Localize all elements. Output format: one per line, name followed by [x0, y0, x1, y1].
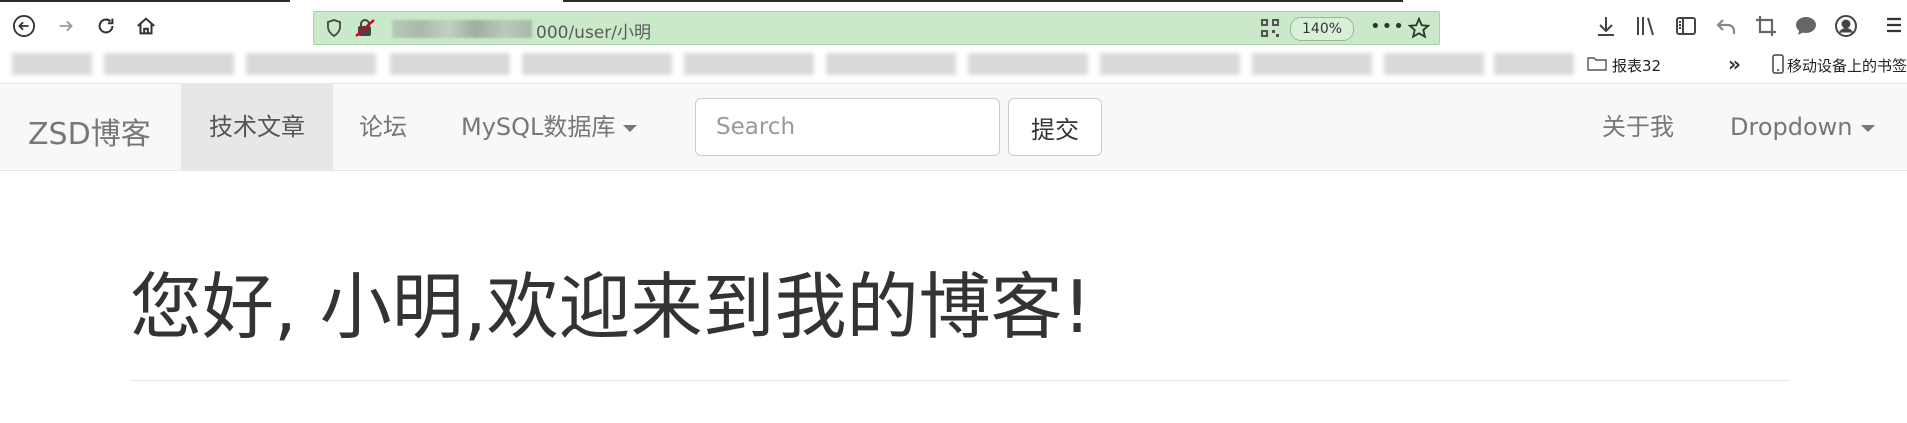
qr-code-icon[interactable]: [1260, 18, 1280, 38]
bookmark-redacted[interactable]: [684, 53, 814, 75]
bookmark-redacted[interactable]: [390, 53, 510, 75]
sidebar-icon[interactable]: [1674, 14, 1698, 38]
bookmark-redacted[interactable]: [12, 53, 92, 75]
nav-item-label: 技术文章: [209, 113, 305, 141]
page-title: 您好, 小明,欢迎来到我的博客!: [130, 265, 1092, 349]
url-text[interactable]: 000/user/小明: [536, 18, 651, 43]
bookmark-redacted[interactable]: [522, 53, 672, 75]
brand-logo[interactable]: ZSD博客: [28, 109, 151, 153]
bookmark-folder-report[interactable]: 报表32: [1612, 55, 1661, 76]
bookmarks-overflow-icon[interactable]: »: [1728, 52, 1741, 76]
bookmark-redacted[interactable]: [1100, 53, 1240, 75]
account-icon[interactable]: [1834, 14, 1858, 38]
bookmark-redacted[interactable]: [1252, 53, 1372, 75]
browser-toolbar: 000/user/小明 140% •••: [0, 0, 1907, 47]
nav-item-label: Dropdown: [1730, 113, 1853, 141]
nav-about-me[interactable]: 关于我: [1602, 84, 1674, 170]
bookmark-star-icon[interactable]: [1407, 16, 1431, 39]
nav-dropdown[interactable]: Dropdown: [1730, 84, 1875, 170]
url-bar[interactable]: 000/user/小明 140% •••: [313, 11, 1440, 45]
bookmark-redacted[interactable]: [246, 53, 376, 75]
search-input[interactable]: [695, 98, 1000, 156]
tab-strip-left: [0, 0, 290, 2]
bookmark-redacted[interactable]: [104, 53, 234, 75]
chat-icon[interactable]: [1794, 14, 1818, 38]
bookmark-redacted[interactable]: [1384, 53, 1484, 75]
crop-icon[interactable]: [1754, 14, 1778, 38]
bookmark-mobile[interactable]: 移动设备上的书签: [1787, 55, 1907, 76]
title-divider: [130, 380, 1790, 381]
forward-icon[interactable]: [52, 12, 80, 40]
nav-item-label: MySQL数据库: [461, 113, 616, 141]
library-icon[interactable]: [1634, 14, 1658, 38]
shield-icon[interactable]: [324, 18, 344, 38]
nav-item-label: 论坛: [359, 113, 407, 141]
tab-strip-mid: [563, 0, 1403, 2]
bookmark-redacted[interactable]: [968, 53, 1088, 75]
reload-icon[interactable]: [92, 12, 120, 40]
submit-button[interactable]: 提交: [1008, 98, 1102, 156]
back-icon[interactable]: [10, 12, 38, 40]
nav-mysql-dropdown[interactable]: MySQL数据库: [461, 84, 638, 170]
caret-down-icon: [623, 124, 638, 132]
bookmark-redacted[interactable]: [1494, 53, 1574, 75]
nav-item-label: 关于我: [1602, 113, 1674, 141]
zoom-level-badge[interactable]: 140%: [1290, 17, 1355, 41]
download-icon[interactable]: [1594, 14, 1618, 38]
caret-down-icon: [1860, 124, 1875, 132]
home-icon[interactable]: [132, 12, 160, 40]
bookmarks-bar: 报表32 » 移动设备上的书签: [0, 47, 1907, 83]
nav-forum[interactable]: 论坛: [359, 84, 407, 170]
menu-icon[interactable]: [1884, 14, 1904, 36]
nav-tech-articles[interactable]: 技术文章: [181, 84, 333, 170]
url-host-redacted: [392, 20, 532, 38]
bookmark-redacted[interactable]: [826, 53, 956, 75]
site-navbar: ZSD博客 技术文章 论坛 MySQL数据库 提交 关于我 Dropdown: [0, 83, 1907, 171]
mobile-device-icon: [1772, 54, 1784, 74]
insecure-lock-icon[interactable]: [354, 18, 376, 38]
undo-icon[interactable]: [1714, 14, 1738, 38]
folder-icon: [1587, 55, 1607, 71]
more-actions-icon[interactable]: •••: [1370, 18, 1404, 38]
